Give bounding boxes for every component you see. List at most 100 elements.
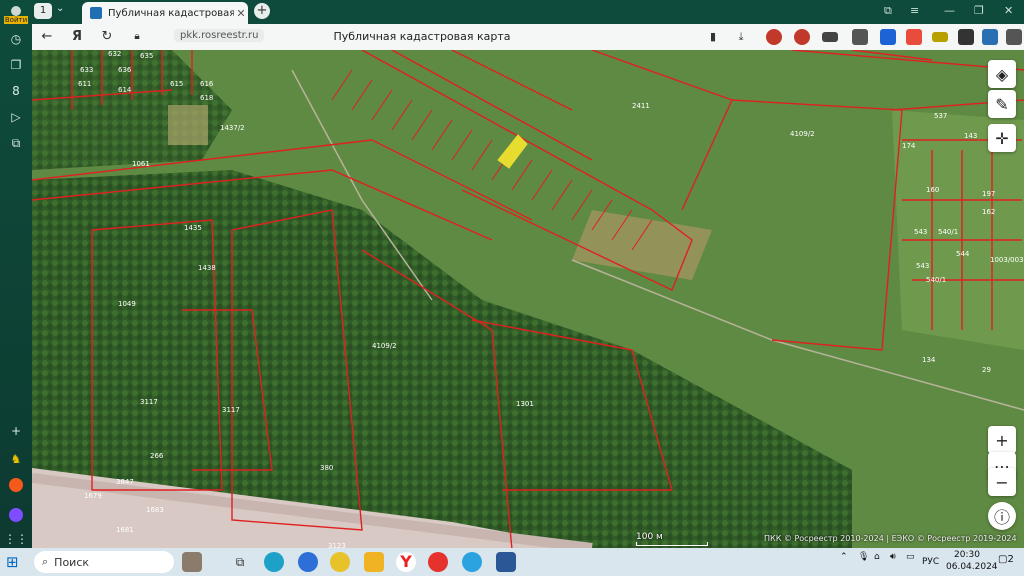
ruler-icon: ✎	[995, 94, 1009, 114]
login-button[interactable]: Войти	[3, 2, 29, 28]
battery-tray-icon[interactable]: ▭	[906, 552, 915, 562]
zoom-out-button[interactable]: −	[988, 468, 1016, 496]
telegram-icon[interactable]	[462, 552, 482, 572]
close-window-icon[interactable]: ✕	[1004, 4, 1013, 17]
translate-icon[interactable]	[880, 29, 896, 45]
layers-button[interactable]: ◈	[988, 60, 1016, 88]
menu-icon[interactable]: ≡	[910, 4, 919, 17]
apps-grid-icon[interactable]: ⋮⋮	[4, 528, 28, 550]
word-icon[interactable]	[496, 552, 516, 572]
close-tab-icon[interactable]: ✕	[234, 7, 248, 20]
minus-icon: −	[995, 472, 1009, 492]
parcel-label: 197	[982, 190, 995, 198]
parcel-label: 1681	[116, 526, 134, 534]
parcel-label: 1301	[516, 400, 534, 408]
extension-2-icon[interactable]	[794, 29, 810, 45]
bookmark-manager-icon[interactable]: ⧉	[884, 4, 892, 18]
notification-count: 2	[1007, 554, 1014, 565]
tab-title: Публичная кадастровая	[108, 7, 234, 19]
download-icon[interactable]: ⤓	[732, 28, 750, 46]
rosreestr-favicon-icon	[90, 7, 102, 19]
video-icon[interactable]: ▷	[5, 106, 27, 128]
network-icon[interactable]: ⌂	[874, 552, 880, 562]
extension-8-icon[interactable]	[1006, 29, 1022, 45]
extension-1-icon[interactable]	[766, 29, 782, 45]
clock-date[interactable]: 06.04.2024	[946, 562, 998, 572]
edge-icon[interactable]	[264, 552, 284, 572]
parcel-label: 618	[200, 94, 213, 102]
shield-icon[interactable]	[852, 29, 868, 45]
parcel-label: 540/1	[938, 228, 958, 236]
chevron-down-icon[interactable]: ⌄	[56, 3, 64, 14]
parcel-label: 1683	[146, 506, 164, 514]
windows-start-icon[interactable]: ⊞	[6, 552, 26, 572]
map-copyright: ПКК © Росреестр 2010-2024 | ЕЭКО © Росре…	[764, 534, 1017, 543]
parcel-label: 615	[170, 80, 183, 88]
scale-bar	[636, 542, 708, 546]
parcel-label: 632	[108, 50, 121, 58]
alice-icon[interactable]	[5, 504, 27, 526]
layers-icon: ◈	[995, 64, 1009, 84]
user-icon	[11, 6, 21, 16]
parcel-label: 543	[916, 262, 929, 270]
extension-3-icon[interactable]	[822, 32, 838, 42]
explorer-icon[interactable]	[364, 552, 384, 572]
restore-icon[interactable]: ❐	[974, 4, 984, 17]
parcel-label: 537	[934, 112, 947, 120]
new-tab-button[interactable]: +	[254, 3, 270, 19]
info-button[interactable]: ⓘ	[988, 502, 1016, 530]
language-indicator[interactable]: РУС	[922, 557, 939, 567]
chrome-icon[interactable]	[330, 552, 350, 572]
minimize-icon[interactable]: —	[944, 4, 955, 17]
page-title: Публичная кадастровая карта	[333, 30, 511, 43]
satellite-map-canvas[interactable]: 632 635 633 636 611 614 615 616 618 1437…	[32, 50, 1024, 548]
cadastral-map[interactable]: 632 635 633 636 611 614 615 616 618 1437…	[32, 50, 1024, 548]
bookmarks-icon[interactable]: 8	[5, 80, 27, 102]
yandex-active-icon[interactable]	[428, 552, 448, 572]
notifications-button[interactable]: ▢2	[998, 554, 1014, 565]
clock-time[interactable]: 20:30	[954, 550, 980, 560]
parcel-label: 4109/2	[372, 342, 397, 350]
market-icon[interactable]	[5, 474, 27, 496]
parcel-label: 1061	[132, 160, 150, 168]
parcel-label: 633	[80, 66, 93, 74]
zoom-in-button[interactable]: +	[988, 426, 1016, 454]
games-icon[interactable]: ♞	[5, 448, 27, 470]
parcel-label: 1049	[118, 300, 136, 308]
battery-icon[interactable]	[932, 32, 948, 42]
extension-5-icon[interactable]	[906, 29, 922, 45]
taskbar-search[interactable]: ⌕ Поиск	[34, 551, 174, 573]
parcel-label: 611	[78, 80, 91, 88]
add-icon[interactable]: +	[5, 420, 27, 442]
clearing	[168, 105, 208, 145]
task-view-icon[interactable]: ⧉	[230, 552, 250, 572]
extension-7-icon[interactable]	[982, 29, 998, 45]
history-icon[interactable]: ◷	[5, 28, 27, 50]
login-label: Войти	[3, 16, 29, 24]
ruler-button[interactable]: ✎	[988, 90, 1016, 118]
parcel-label: 380	[320, 464, 333, 472]
collections-icon[interactable]: ❐	[5, 54, 27, 76]
locate-button[interactable]: ✛	[988, 124, 1016, 152]
zoom-icon[interactable]	[298, 552, 318, 572]
yandex-browser-icon[interactable]: Y	[396, 552, 416, 572]
extension-6-icon[interactable]	[958, 29, 974, 45]
bookmark-icon[interactable]: ▮	[704, 28, 722, 46]
parcel-label: 1003/003	[990, 256, 1024, 264]
parcel-label: 1438	[198, 264, 216, 272]
address-bar: ← Я ↻ 🔒︎ pkk.rosreestr.ru Публичная када…	[32, 24, 1024, 51]
search-icon: ⌕	[42, 555, 49, 568]
info-icon: ⓘ	[993, 508, 1010, 527]
parcel-label: 4109/2	[790, 130, 815, 138]
tab-active[interactable]: Публичная кадастровая ✕	[82, 2, 248, 24]
tray-chevron-icon[interactable]: ⌃	[840, 552, 848, 562]
microphone-icon[interactable]: 🎙︎	[858, 552, 869, 562]
parcel-label: 3847	[116, 478, 134, 486]
screenshot-icon[interactable]: ⧉	[5, 132, 27, 154]
parcel-label: 266	[150, 452, 164, 460]
volume-icon[interactable]: 🔊︎	[890, 552, 896, 562]
tab-count-badge[interactable]: 1	[34, 3, 52, 19]
parcel-label: 540/1	[926, 276, 946, 284]
tab-bar: 1 ⌄ Публичная кадастровая ✕ + ⧉ ≡ — ❐ ✕	[32, 0, 1024, 24]
search-highlight-icon[interactable]	[182, 552, 202, 572]
